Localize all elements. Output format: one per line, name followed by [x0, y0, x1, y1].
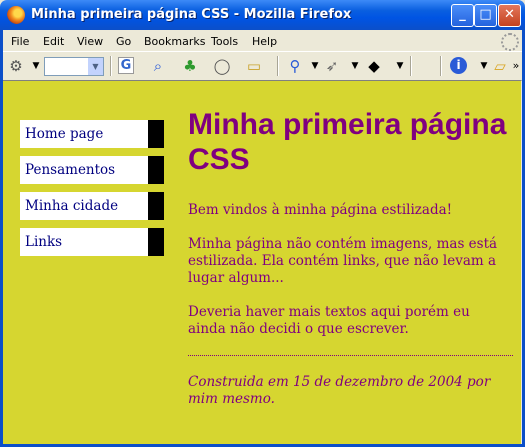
info-icon[interactable]: i [450, 57, 467, 74]
paragraph-description: Minha página não contém imagens, mas est… [188, 236, 498, 286]
search-combo[interactable]: ▼ [44, 57, 104, 76]
paragraph-more: Deveria haver mais textos aqui porém eu … [188, 304, 470, 337]
browser-window: Minha primeira página CSS - Mozilla Fire… [0, 0, 525, 447]
search-icon[interactable]: ⌕ [148, 57, 168, 75]
menu-go[interactable]: Go [116, 35, 131, 48]
footer-address: Construida em 15 de dezembro de 2004 por… [188, 374, 491, 407]
speech-bubble-icon[interactable]: ◯ [212, 57, 232, 75]
chevron-down-icon[interactable]: ▼ [88, 58, 103, 75]
toolbar-separator [410, 56, 412, 76]
throbber-icon [501, 33, 519, 51]
menu-file[interactable]: File [11, 35, 29, 48]
maximize-button[interactable]: □ [474, 4, 497, 27]
menu-help[interactable]: Help [252, 35, 277, 48]
graduation-cap-icon[interactable]: ◆ [364, 57, 384, 75]
mouse-icon[interactable]: ➶ [322, 57, 342, 75]
window-title: Minha primeira página CSS - Mozilla Fire… [31, 7, 352, 22]
nav-link-pensamentos[interactable]: Pensamentos [20, 156, 164, 184]
clover-icon[interactable]: ♣ [180, 57, 200, 75]
main-content: Minha primeira página CSS Bem vindos à m… [188, 107, 513, 407]
page-viewport: Home page Pensamentos Minha cidade Links… [3, 80, 521, 444]
site-navigation: Home page Pensamentos Minha cidade Links [20, 120, 164, 264]
menu-bookmarks[interactable]: Bookmarks [144, 35, 205, 48]
title-bar: Minha primeira página CSS - Mozilla Fire… [0, 0, 525, 30]
zoom-icon[interactable]: ⚲ [285, 57, 305, 75]
search-engine-icon[interactable]: ⚙ [6, 57, 26, 75]
toolbar-separator [277, 56, 279, 76]
window-border-left [0, 30, 3, 447]
toolbar: ⚙ ▼ ▼ G ⌕ ♣ ◯ ▭ ⚲ ▼ ➶ ▼ ◆ ▼ i ▼ ▱ » [0, 51, 525, 81]
toolbar-separator [110, 56, 112, 76]
book-icon[interactable]: ▭ [244, 57, 264, 75]
close-button[interactable]: ✕ [498, 4, 521, 27]
menu-edit[interactable]: Edit [43, 35, 64, 48]
nav-link-minha-cidade[interactable]: Minha cidade [20, 192, 164, 220]
paragraph-welcome: Bem vindos à minha página estilizada! [188, 202, 453, 218]
menu-bar: File Edit View Go Bookmarks Tools Help [0, 30, 525, 51]
chevron-down-icon[interactable]: ▼ [26, 57, 46, 75]
google-icon[interactable]: G [118, 57, 134, 74]
toolbar-separator [440, 56, 442, 76]
nav-link-links[interactable]: Links [20, 228, 164, 256]
page-heading: Minha primeira página CSS [188, 108, 507, 176]
divider [188, 355, 513, 356]
nav-link-home[interactable]: Home page [20, 120, 164, 148]
firefox-icon [7, 6, 25, 24]
minimize-button[interactable]: _ [451, 4, 474, 27]
chevron-down-icon[interactable]: ▼ [345, 57, 365, 75]
menu-view[interactable]: View [77, 35, 103, 48]
menu-tools[interactable]: Tools [211, 35, 238, 48]
chevron-down-icon[interactable]: ▼ [390, 57, 410, 75]
